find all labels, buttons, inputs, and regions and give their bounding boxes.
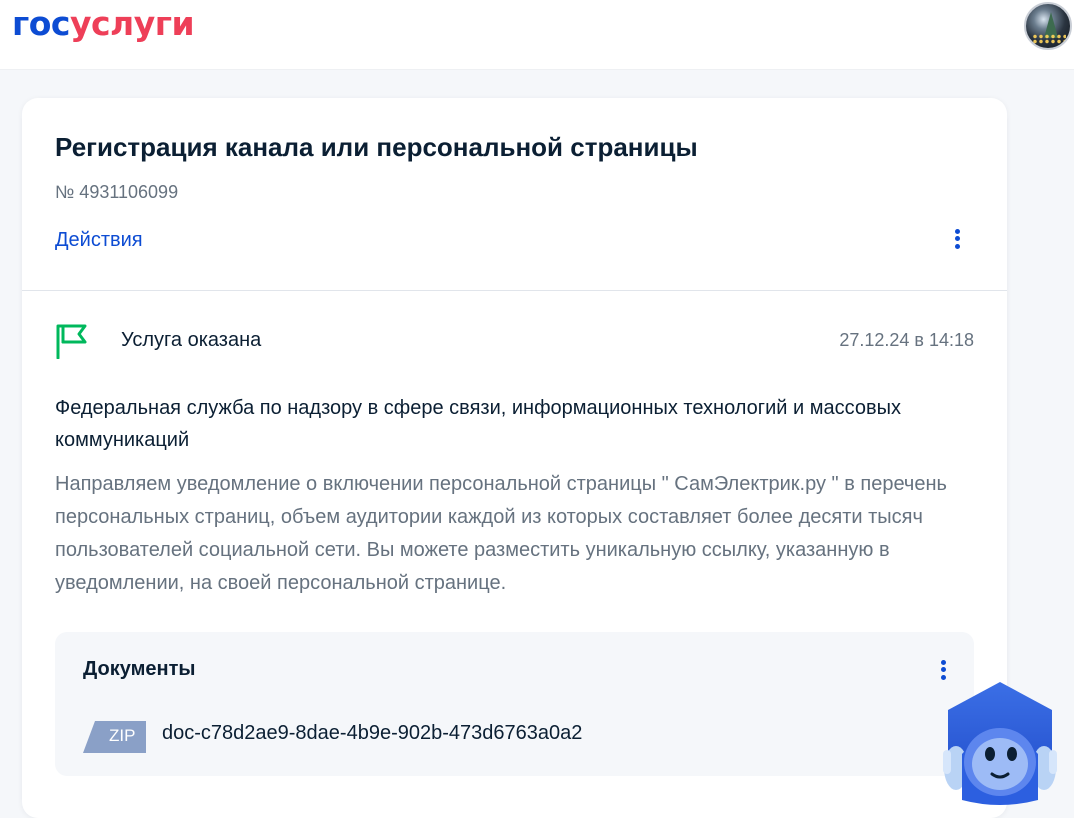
logo-part-uslugi: услуги	[69, 4, 195, 43]
zip-label: ZIP	[109, 726, 136, 745]
page-title: Регистрация канала или персональной стра…	[55, 132, 698, 162]
divider	[22, 290, 1007, 291]
flag-icon	[56, 324, 87, 359]
avatar-lights	[1032, 34, 1066, 44]
sender-organization: Федеральная служба по надзору в сфере св…	[55, 397, 901, 451]
zip-file-icon: ZIP	[83, 721, 146, 753]
status-label: Услуга оказана	[121, 329, 262, 351]
logo-part-gos: гос	[12, 4, 70, 43]
documents-section: Документы ZIP doc-c78d2ae9-8dae-4b9e-902…	[55, 632, 974, 776]
document-link[interactable]: doc-c78d2ae9-8dae-4b9e-902b-473d6763a0a2	[162, 722, 582, 745]
gosuslugi-logo[interactable]: госуслуги	[12, 4, 195, 43]
more-options-icon[interactable]	[947, 226, 967, 254]
status-timestamp: 27.12.24 в 14:18	[839, 330, 974, 350]
documents-title: Документы	[83, 658, 196, 680]
message-text: Направляем уведомление о включении персо…	[55, 473, 947, 594]
actions-link[interactable]: Действия	[55, 229, 143, 252]
robot-assistant-icon[interactable]	[940, 680, 1060, 807]
top-bar: госуслуги	[0, 0, 1074, 70]
application-card: Регистрация канала или персональной стра…	[22, 98, 1007, 818]
user-avatar[interactable]	[1024, 2, 1072, 50]
application-number: № 4931106099	[55, 182, 179, 202]
